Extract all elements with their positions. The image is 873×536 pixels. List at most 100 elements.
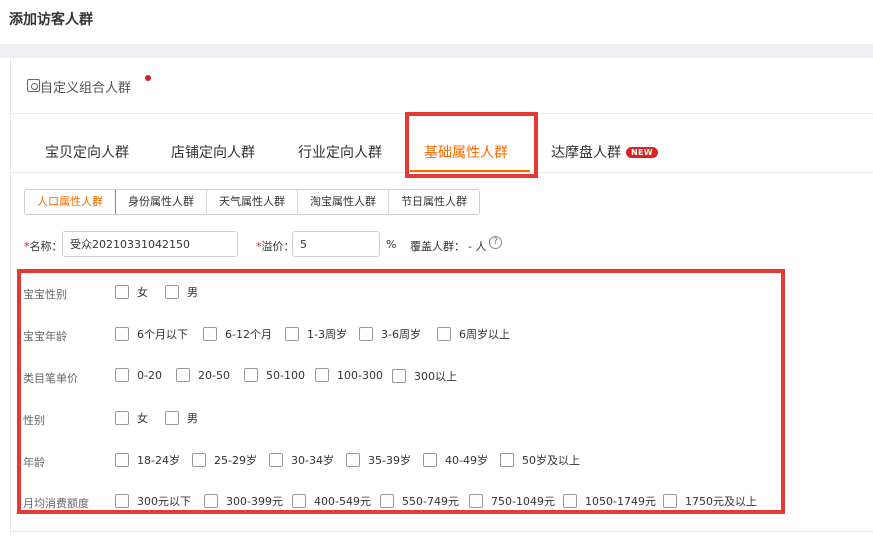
help-icon[interactable]: ?: [489, 236, 502, 249]
bottom-divider: [11, 531, 873, 532]
tab-damopan[interactable]: 达摩盘人群 NEW: [551, 142, 658, 162]
checkbox[interactable]: [315, 368, 329, 382]
checkbox[interactable]: [346, 453, 360, 467]
checkbox-option[interactable]: 100-300: [315, 368, 383, 382]
checkbox-option[interactable]: 1050-1749元: [563, 493, 656, 509]
checkbox-option[interactable]: 男: [165, 284, 198, 300]
attr-label: 类目笔单价: [23, 372, 78, 385]
checkbox[interactable]: [204, 494, 218, 508]
checkbox-option[interactable]: 300元以下: [115, 493, 191, 509]
checkbox[interactable]: [392, 369, 406, 383]
checkbox-option[interactable]: 6-12个月: [203, 326, 272, 342]
premium-label-text: 溢价：: [261, 240, 295, 253]
checkbox[interactable]: [663, 494, 677, 508]
checkbox-option[interactable]: 300以上: [392, 368, 457, 384]
checkbox[interactable]: [176, 368, 190, 382]
checkbox-option[interactable]: 6周岁以上: [437, 326, 510, 342]
checkbox[interactable]: [165, 285, 179, 299]
checkbox-option[interactable]: 30-34岁: [269, 452, 334, 468]
checkbox[interactable]: [437, 327, 451, 341]
tab-damopan-label: 达摩盘人群: [551, 145, 621, 161]
checkbox-option[interactable]: 400-549元: [292, 493, 371, 509]
highlight-box-attributes: [17, 269, 785, 514]
checkbox[interactable]: [115, 411, 129, 425]
coverage-label: 覆盖人群：: [410, 240, 465, 253]
checkbox[interactable]: [500, 453, 514, 467]
checkbox[interactable]: [285, 327, 299, 341]
subtab-demographic[interactable]: 人口属性人群: [25, 190, 116, 214]
group-icon: [27, 79, 40, 92]
attr-label: 宝宝年龄: [23, 330, 67, 343]
checkbox[interactable]: [359, 327, 373, 341]
checkbox-option[interactable]: 20-50: [176, 368, 230, 382]
attr-row-category-price: 类目笔单价 0-20 20-50 50-100 100-300 300以上: [23, 368, 783, 386]
checkbox[interactable]: [165, 411, 179, 425]
page-title: 添加访客人群: [9, 12, 93, 28]
tab-item-targeting[interactable]: 宝贝定向人群: [45, 142, 129, 162]
attr-label: 性别: [23, 414, 45, 427]
checkbox[interactable]: [269, 453, 283, 467]
premium-input[interactable]: 5: [292, 231, 380, 257]
highlight-box-tab: [405, 112, 538, 178]
crowd-form-row: *名称： 受众20210331042150 *溢价： 5 % 覆盖人群： - 人…: [24, 231, 864, 259]
checkbox-option[interactable]: 1-3周岁: [285, 326, 347, 342]
checkbox-option[interactable]: 男: [165, 410, 198, 426]
attr-row-baby-gender: 宝宝性别 女 男: [23, 284, 783, 302]
main-panel: 自定义组合人群 宝贝定向人群 店铺定向人群 行业定向人群 基础属性人群 达摩盘人…: [10, 58, 873, 536]
attr-row-gender: 性别 女 男: [23, 410, 783, 428]
attr-label: 年龄: [23, 456, 45, 469]
checkbox-option[interactable]: 1750元及以上: [663, 493, 757, 509]
separator-strip: [0, 44, 873, 58]
subtab-taobao[interactable]: 淘宝属性人群: [297, 190, 388, 214]
checkbox-option[interactable]: 50-100: [244, 368, 305, 382]
attr-row-baby-age: 宝宝年龄 6个月以下 6-12个月 1-3周岁 3-6周岁 6周岁以上: [23, 326, 783, 344]
checkbox[interactable]: [469, 494, 483, 508]
attr-row-age: 年龄 18-24岁 25-29岁 30-34岁 35-39岁 40-49岁 50…: [23, 452, 783, 470]
checkbox-option[interactable]: 300-399元: [204, 493, 283, 509]
checkbox-option[interactable]: 35-39岁: [346, 452, 411, 468]
name-label-text: 名称：: [29, 240, 63, 253]
checkbox-option[interactable]: 3-6周岁: [359, 326, 421, 342]
checkbox-option[interactable]: 25-29岁: [192, 452, 257, 468]
checkbox[interactable]: [115, 368, 129, 382]
name-input[interactable]: 受众20210331042150: [62, 231, 238, 257]
subtab-weather[interactable]: 天气属性人群: [206, 190, 297, 214]
checkbox[interactable]: [380, 494, 394, 508]
subtab-identity[interactable]: 身份属性人群: [115, 190, 206, 214]
attr-label: 宝宝性别: [23, 288, 67, 301]
checkbox-option[interactable]: 750-1049元: [469, 493, 555, 509]
subtab-holiday[interactable]: 节日属性人群: [388, 190, 479, 214]
tab-industry-targeting[interactable]: 行业定向人群: [298, 142, 382, 162]
sub-tabs: 人口属性人群 身份属性人群 天气属性人群 淘宝属性人群 节日属性人群: [24, 189, 480, 215]
checkbox[interactable]: [115, 494, 129, 508]
checkbox-option[interactable]: 6个月以下: [115, 326, 188, 342]
new-badge: NEW: [626, 147, 658, 158]
attr-label: 月均消费额度: [23, 497, 89, 510]
checkbox-option[interactable]: 40-49岁: [423, 452, 488, 468]
premium-label: *溢价：: [256, 238, 295, 254]
checkbox-option[interactable]: 女: [115, 284, 148, 300]
checkbox[interactable]: [115, 327, 129, 341]
checkbox-option[interactable]: 女: [115, 410, 148, 426]
name-label: *名称：: [24, 238, 63, 254]
tab-shop-targeting[interactable]: 店铺定向人群: [171, 142, 255, 162]
checkbox[interactable]: [192, 453, 206, 467]
checkbox[interactable]: [423, 453, 437, 467]
checkbox[interactable]: [563, 494, 577, 508]
checkbox[interactable]: [292, 494, 306, 508]
section-label: 自定义组合人群: [40, 81, 132, 96]
checkbox[interactable]: [203, 327, 217, 341]
coverage-value: - 人: [468, 240, 487, 253]
checkbox[interactable]: [115, 453, 129, 467]
checkbox[interactable]: [115, 285, 129, 299]
checkbox-option[interactable]: 50岁及以上: [500, 452, 580, 468]
required-dot: [145, 75, 151, 81]
checkbox-option[interactable]: 0-20: [115, 368, 162, 382]
attr-row-monthly-spend: 月均消费额度 300元以下 300-399元 400-549元 550-749元…: [23, 493, 783, 511]
percent-sign: %: [386, 238, 397, 251]
checkbox-option[interactable]: 18-24岁: [115, 452, 180, 468]
top-bar: 添加访客人群: [0, 0, 873, 44]
checkbox[interactable]: [244, 368, 258, 382]
checkbox-option[interactable]: 550-749元: [380, 493, 459, 509]
section-header: 自定义组合人群: [11, 58, 873, 114]
